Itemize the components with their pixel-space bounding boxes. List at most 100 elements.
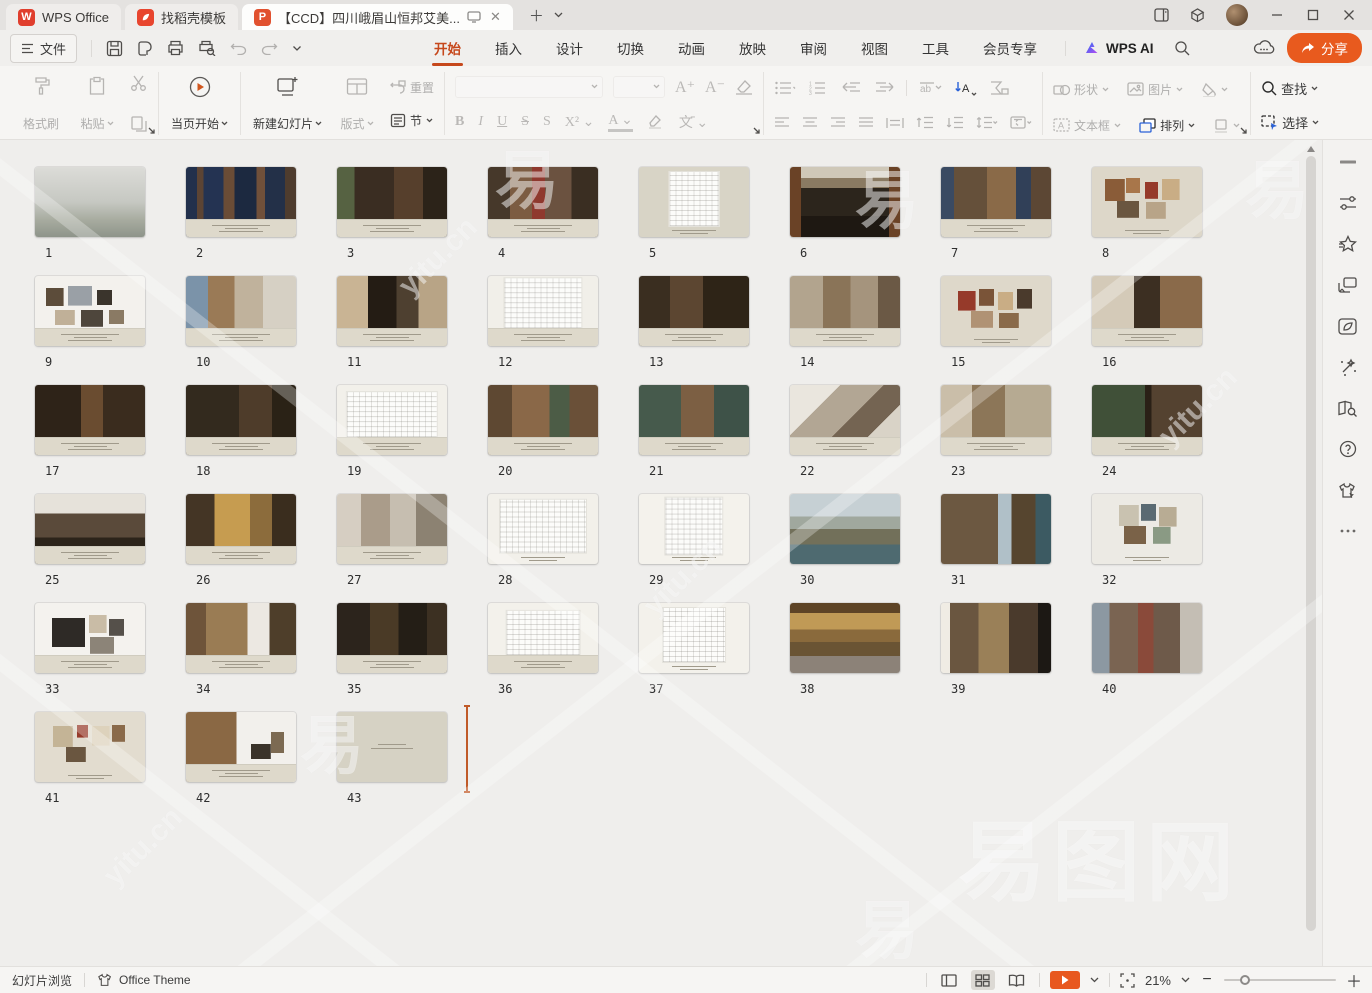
increase-indent-icon[interactable] [874, 82, 894, 94]
clear-format-icon[interactable] [735, 79, 753, 95]
slide-cell[interactable]: 11 [337, 276, 447, 385]
slide-thumbnail[interactable] [186, 276, 296, 346]
font-group-expander-icon[interactable] [753, 127, 761, 135]
customize-qat-chevron-icon[interactable] [292, 45, 302, 52]
scroll-up-icon[interactable] [1307, 146, 1315, 152]
text-direction-icon[interactable]: A [955, 81, 977, 96]
superscript-button[interactable]: X² ⌄ [565, 114, 595, 131]
zoom-slider[interactable] [1224, 979, 1336, 981]
slide-thumbnail[interactable] [790, 603, 900, 673]
slide-cell[interactable]: 34 [186, 603, 296, 712]
menu-home[interactable]: 开始 [432, 32, 463, 64]
slide-thumbnail[interactable] [35, 712, 145, 782]
slide-cell[interactable]: 35 [337, 603, 447, 712]
textbox-button[interactable]: A 文本框 [1053, 112, 1121, 138]
slide-thumbnail[interactable] [941, 276, 1051, 346]
reset-button[interactable]: 重置 [390, 74, 434, 100]
slide-thumbnail[interactable] [639, 603, 749, 673]
menu-insert[interactable]: 插入 [493, 32, 524, 64]
bold-button[interactable]: B [455, 114, 464, 130]
presentation-mode-icon[interactable] [467, 11, 481, 23]
slide-cell[interactable]: 24 [1092, 385, 1202, 494]
navigation-search-icon[interactable] [1336, 396, 1360, 420]
slide-sorter-view-button[interactable] [971, 970, 995, 990]
clipboard-group-expander-icon[interactable] [148, 127, 156, 135]
slide-thumbnail[interactable] [337, 276, 447, 346]
slide-thumbnail[interactable] [1092, 167, 1202, 237]
fit-to-window-icon[interactable] [1120, 973, 1135, 988]
slide-thumbnail[interactable] [790, 494, 900, 564]
close-tab-icon[interactable]: ✕ [490, 9, 501, 25]
slide-cell[interactable]: 12 [488, 276, 598, 385]
reading-view-button[interactable] [1005, 970, 1029, 990]
slide-thumbnail[interactable] [639, 167, 749, 237]
decrease-font-icon[interactable]: A⁻ [705, 77, 725, 97]
slide-cell[interactable]: 20 [488, 385, 598, 494]
slide-thumbnail[interactable] [35, 494, 145, 564]
slide-thumbnail[interactable] [337, 494, 447, 564]
animation-pane-icon[interactable] [1336, 273, 1360, 297]
undo-icon[interactable] [230, 41, 247, 55]
slide-thumbnail[interactable] [941, 494, 1051, 564]
slide-cell[interactable]: 17 [35, 385, 145, 494]
justify-icon[interactable] [858, 117, 874, 129]
cut-icon[interactable] [130, 74, 148, 92]
slide-cell[interactable]: 29 [639, 494, 749, 603]
slide-cell[interactable]: 18 [186, 385, 296, 494]
play-options-chevron-icon[interactable] [1090, 977, 1099, 983]
decrease-indent-icon[interactable] [842, 82, 862, 94]
minimize-window-icon[interactable] [1262, 2, 1292, 28]
slide-cell[interactable]: 6 [790, 167, 900, 276]
slide-thumbnail[interactable] [1092, 276, 1202, 346]
slide-thumbnail[interactable] [35, 603, 145, 673]
slide-cell[interactable]: 37 [639, 603, 749, 712]
more-options-icon[interactable] [1336, 519, 1360, 543]
slide-cell[interactable]: 1 [35, 167, 145, 276]
slide-cell[interactable]: 30 [790, 494, 900, 603]
slide-cell[interactable]: 3 [337, 167, 447, 276]
picture-button[interactable]: 图片 [1127, 76, 1183, 102]
slide-cell[interactable]: 2 [186, 167, 296, 276]
slide-cell[interactable]: 9 [35, 276, 145, 385]
scrollbar-thumb[interactable] [1306, 156, 1316, 931]
menu-membership[interactable]: 会员专享 [981, 32, 1039, 64]
paste-button[interactable]: 粘贴 [74, 72, 120, 135]
slide-cell[interactable]: 21 [639, 385, 749, 494]
effects-star-icon[interactable] [1336, 232, 1360, 256]
find-button[interactable]: 查找 [1261, 76, 1319, 101]
menu-tools[interactable]: 工具 [920, 32, 951, 64]
slide-thumbnail[interactable] [35, 385, 145, 455]
normal-view-button[interactable] [937, 970, 961, 990]
align-left-icon[interactable] [774, 117, 790, 129]
slide-cell[interactable]: 5 [639, 167, 749, 276]
underline-button[interactable]: U [497, 114, 507, 130]
bullets-icon[interactable] [774, 81, 796, 95]
slide-cell[interactable]: 32 [1092, 494, 1202, 603]
slide-cell[interactable]: 38 [790, 603, 900, 712]
slide-cell[interactable]: 8 [1092, 167, 1202, 276]
phonetic-guide-icon[interactable]: 文̄ ⌄ [679, 112, 708, 132]
select-button[interactable]: 选择 [1261, 111, 1319, 136]
new-slide-button[interactable]: 新建幻灯片 [251, 72, 324, 135]
slide-cell[interactable]: 23 [941, 385, 1051, 494]
slide-thumbnail[interactable] [941, 385, 1051, 455]
slide-cell[interactable]: 26 [186, 494, 296, 603]
slide-thumbnail[interactable] [1092, 385, 1202, 455]
print-icon[interactable] [167, 40, 184, 56]
slide-cell[interactable]: 28 [488, 494, 598, 603]
redo-icon[interactable] [261, 41, 278, 55]
zoom-out-button[interactable]: − [1200, 971, 1214, 989]
slide-cell[interactable]: 7 [941, 167, 1051, 276]
slide-thumbnail[interactable] [186, 167, 296, 237]
tab-list-chevron-icon[interactable] [554, 12, 563, 18]
insert-placeholder-icon[interactable] [989, 80, 1009, 96]
collapse-panel-icon[interactable] [1336, 150, 1360, 174]
slide-thumbnail[interactable] [186, 494, 296, 564]
format-painter-button[interactable]: 格式刷 [18, 72, 64, 135]
slide-cell[interactable]: 43 [337, 712, 447, 821]
slide-thumbnail[interactable] [639, 276, 749, 346]
file-menu-button[interactable]: 文件 [10, 34, 77, 63]
help-icon[interactable] [1336, 437, 1360, 461]
skin-theme-icon[interactable] [1336, 478, 1360, 502]
slide-thumbnail[interactable] [186, 385, 296, 455]
